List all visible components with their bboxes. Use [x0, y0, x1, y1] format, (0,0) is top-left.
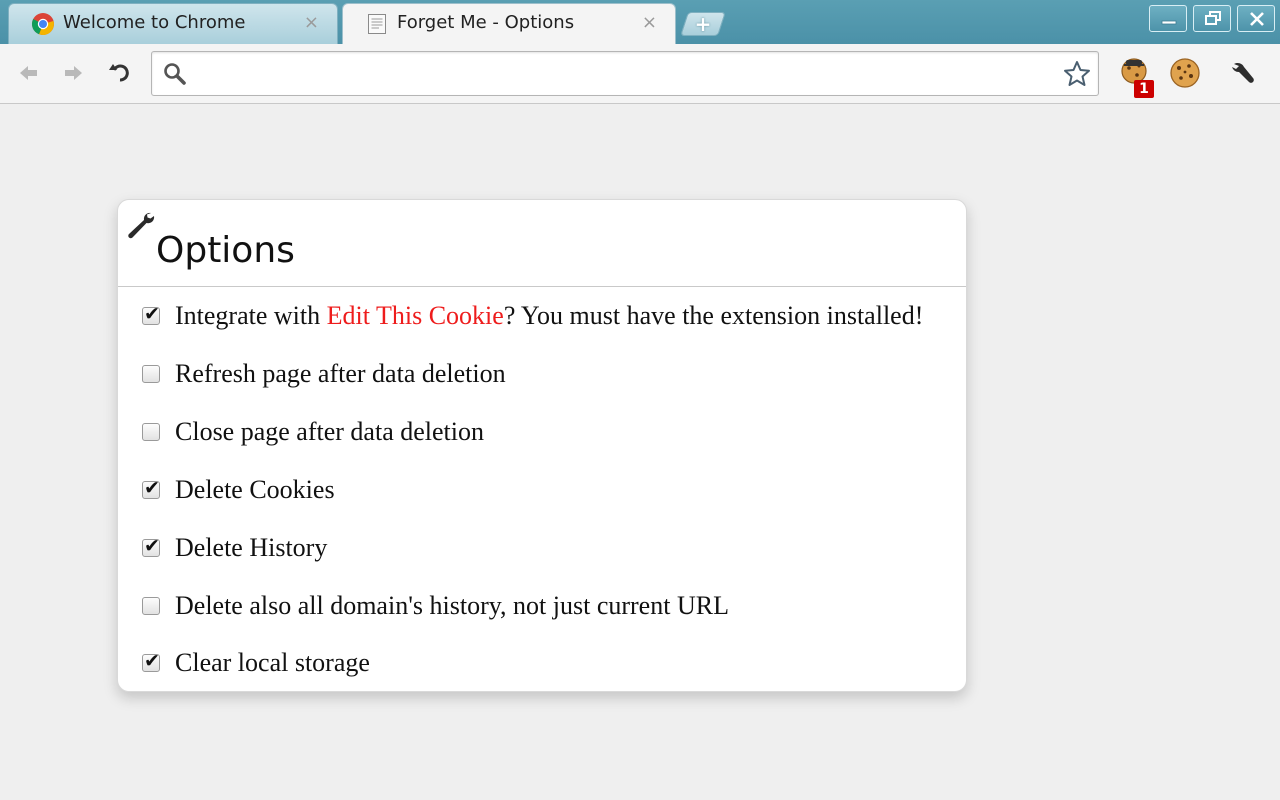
- tab-close-button[interactable]: ×: [304, 12, 319, 33]
- option-clear-local-storage[interactable]: ✔ Clear local storage: [142, 648, 370, 678]
- checkmark-icon: ✔: [144, 477, 160, 499]
- checkbox[interactable]: ✔: [142, 477, 160, 499]
- page-title: Options: [156, 230, 295, 271]
- extension-badge: 1: [1134, 80, 1154, 98]
- option-label: Delete History: [175, 533, 328, 562]
- option-label: Clear local storage: [175, 648, 370, 677]
- restore-button[interactable]: [1193, 5, 1231, 32]
- chrome-logo-icon: [31, 13, 54, 36]
- option-label: Delete Cookies: [175, 475, 335, 504]
- checkbox[interactable]: ✔: [142, 303, 160, 325]
- cookie-extension-button[interactable]: [1166, 54, 1204, 92]
- option-delete-history[interactable]: ✔ Delete History: [142, 533, 327, 563]
- restore-icon: [1205, 11, 1221, 25]
- tab-title: Forget Me - Options: [397, 12, 575, 33]
- forward-button[interactable]: [58, 58, 88, 88]
- back-arrow-icon: [20, 66, 37, 80]
- plus-icon: +: [694, 12, 712, 36]
- checkbox[interactable]: ✔: [142, 535, 160, 557]
- cookie-icon: [1170, 58, 1200, 88]
- reload-button[interactable]: [105, 58, 135, 88]
- title-divider: [118, 286, 966, 287]
- new-tab-button[interactable]: +: [680, 12, 726, 36]
- wrench-icon: [128, 212, 155, 239]
- option-delete-cookies[interactable]: ✔ Delete Cookies: [142, 475, 335, 505]
- star-icon[interactable]: [1062, 59, 1092, 89]
- wrench-menu-icon: [1232, 62, 1254, 83]
- option-refresh-page[interactable]: Refresh page after data deletion: [142, 359, 506, 389]
- options-panel: Options ✔ Integrate with Edit This Cooki…: [117, 199, 967, 692]
- minimize-button[interactable]: [1149, 5, 1187, 32]
- tab-forget-me-options[interactable]: Forget Me - Options ×: [342, 3, 676, 44]
- chrome-menu-button[interactable]: [1224, 54, 1262, 92]
- tab-strip: Welcome to Chrome × Forget Me - Options …: [0, 0, 1280, 44]
- omnibox[interactable]: [151, 51, 1099, 96]
- edit-this-cookie-link[interactable]: Edit This Cookie: [327, 301, 504, 330]
- option-close-page[interactable]: Close page after data deletion: [142, 417, 484, 447]
- option-label: Close page after data deletion: [175, 417, 484, 446]
- forward-arrow-icon: [65, 66, 82, 80]
- checkmark-icon: ✔: [144, 303, 160, 325]
- close-window-button[interactable]: [1237, 5, 1275, 32]
- checkbox[interactable]: ✔: [142, 650, 160, 672]
- checkmark-icon: ✔: [144, 650, 160, 672]
- minimize-icon: [1161, 20, 1177, 25]
- option-delete-domain-history[interactable]: Delete also all domain's history, not ju…: [142, 591, 729, 621]
- option-label: Delete also all domain's history, not ju…: [175, 591, 729, 620]
- reload-icon: [109, 64, 129, 82]
- browser-toolbar: [0, 44, 1280, 104]
- checkmark-icon: ✔: [144, 535, 160, 557]
- tab-title: Welcome to Chrome: [63, 12, 246, 33]
- option-label: Refresh page after data deletion: [175, 359, 506, 388]
- checkbox[interactable]: [142, 365, 160, 383]
- option-integrate-edit-this-cookie[interactable]: ✔ Integrate with Edit This Cookie? You m…: [142, 301, 923, 331]
- search-icon: [164, 63, 186, 85]
- tab-welcome-to-chrome[interactable]: Welcome to Chrome ×: [8, 3, 338, 44]
- option-label: Integrate with Edit This Cookie? You mus…: [175, 301, 924, 330]
- tab-close-button[interactable]: ×: [642, 12, 657, 33]
- page-icon: [368, 14, 386, 34]
- back-button[interactable]: [14, 58, 44, 88]
- close-icon: [1250, 12, 1264, 26]
- checkbox[interactable]: [142, 423, 160, 441]
- checkbox[interactable]: [142, 597, 160, 615]
- address-input[interactable]: [192, 60, 1052, 88]
